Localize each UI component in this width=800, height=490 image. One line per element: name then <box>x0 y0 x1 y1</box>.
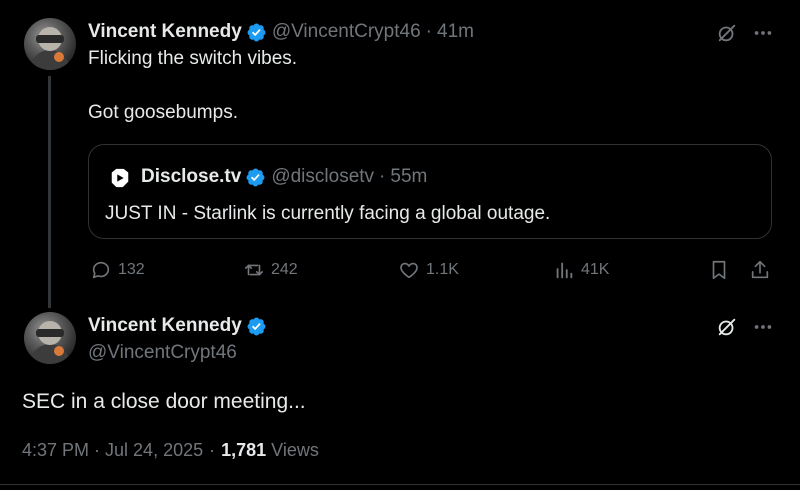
main-tweet-text: SEC in a close door meeting... <box>22 390 306 413</box>
author-display-name[interactable]: Vincent Kennedy <box>88 21 242 43</box>
reply-count: 132 <box>118 261 145 278</box>
main-tweet-handle-row: @VincentCrypt46 <box>88 340 237 366</box>
avatar[interactable] <box>24 312 76 364</box>
verified-badge-icon <box>247 317 266 335</box>
tweet-header: Vincent Kennedy @VincentCrypt46 · 41m <box>88 19 474 45</box>
more-icon[interactable] <box>750 20 776 46</box>
thread-connector-line <box>48 76 51 308</box>
heart-icon <box>400 262 418 279</box>
tweet-page: Vincent Kennedy @VincentCrypt46 · 41m Fl… <box>0 0 800 490</box>
tweet-text-line: Got goosebumps. <box>88 102 238 123</box>
like-button[interactable]: 1.1K <box>398 257 459 283</box>
divider <box>0 484 800 485</box>
author-handle[interactable]: @VincentCrypt46 <box>272 21 421 43</box>
tweet-time[interactable]: 41m <box>437 21 474 43</box>
author-display-name[interactable]: Vincent Kennedy <box>88 315 242 337</box>
views-label: Views <box>271 440 319 460</box>
tweet-text-line: Flicking the switch vibes. <box>88 48 298 69</box>
repost-icon <box>244 264 264 276</box>
tweet-timestamp[interactable]: 4:37 PM · Jul 24, 2025 <box>22 440 203 461</box>
avatar[interactable] <box>24 18 76 70</box>
tweet-metadata: 4:37 PM · Jul 24, 2025 · 1,781 Views <box>22 440 319 461</box>
quoted-tweet-text: JUST IN - Starlink is currently facing a… <box>105 203 551 224</box>
verified-badge-icon <box>246 168 265 186</box>
reply-icon <box>92 261 110 279</box>
separator-dot: · <box>425 21 432 42</box>
verified-badge-icon <box>247 23 266 41</box>
quoted-author-handle[interactable]: @disclosetv <box>271 166 374 188</box>
more-icon[interactable] <box>750 314 776 340</box>
analytics-icon <box>556 262 573 279</box>
share-icon <box>751 260 769 279</box>
main-tweet-author-row: Vincent Kennedy <box>88 313 272 339</box>
quoted-tweet-header: Disclose.tv @disclosetv · 55m <box>141 164 427 190</box>
reply-button[interactable]: 132 <box>90 257 145 283</box>
separator-dot: · <box>209 440 216 460</box>
disclose-logo-icon <box>111 168 129 188</box>
views-button[interactable]: 41K <box>553 257 609 283</box>
grok-icon[interactable] <box>714 314 740 340</box>
author-handle[interactable]: @VincentCrypt46 <box>88 342 237 364</box>
repost-count: 242 <box>271 261 298 278</box>
views-count: 1,781 <box>221 440 267 460</box>
separator-dot: · <box>379 166 386 187</box>
bookmark-button[interactable] <box>706 257 732 283</box>
quoted-author-display-name[interactable]: Disclose.tv <box>141 166 241 188</box>
repost-button[interactable]: 242 <box>243 257 298 283</box>
quoted-tweet-card[interactable]: Disclose.tv @disclosetv · 55m JUST IN - … <box>88 144 772 239</box>
like-count: 1.1K <box>426 261 459 278</box>
bookmark-icon <box>712 260 726 280</box>
views-count: 41K <box>581 261 610 278</box>
share-button[interactable] <box>747 257 773 283</box>
grok-icon[interactable] <box>714 20 740 46</box>
quoted-tweet-time[interactable]: 55m <box>390 166 427 188</box>
